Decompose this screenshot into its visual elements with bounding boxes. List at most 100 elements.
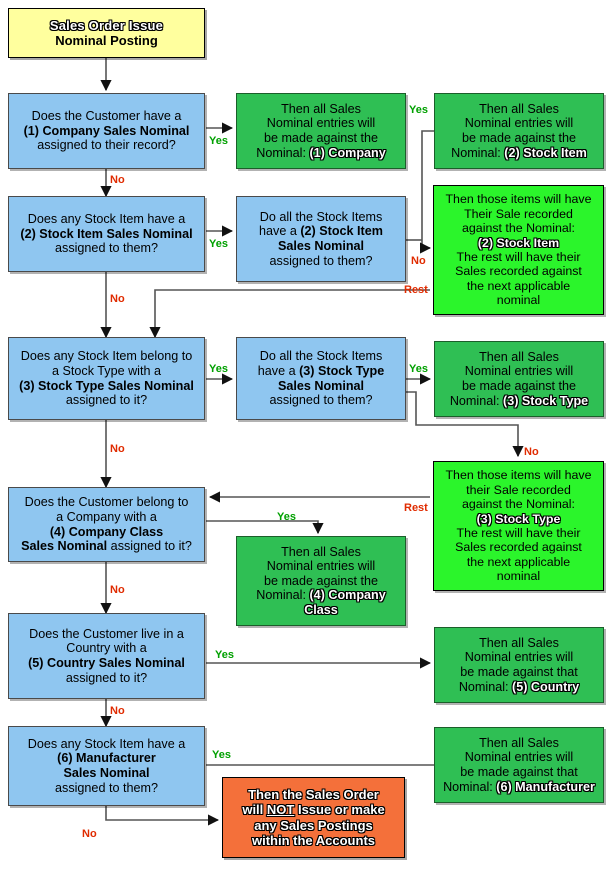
p-stocktype-line1: Then those items will have [445,468,592,483]
r-country-line2: Nominal entries will [464,650,574,665]
r-companyclass-line2: Nominal entries will [266,559,376,574]
p-stocktype-line2: their Sale recorded [466,482,571,497]
edge-label-yes-manufacturer: Yes [212,749,231,761]
r-stocktype-line3: be made against the [461,379,577,393]
question-country-nominal[interactable]: Does the Customer live in a Country with… [8,613,205,699]
nominal-tag-stock-item: (2) Stock Item [504,145,587,160]
edge-label-no-any-stocktype: No [110,443,125,455]
question-any-stock-type-nominal[interactable]: Does any Stock Item belong to a Stock Ty… [8,337,205,420]
nominal-tag-company-class: (4) Company [309,588,386,603]
p-stocktype-line7: the next applicable [466,554,571,569]
q-allstockitem-line2: have a (2) Stock Item [259,224,383,239]
q-anystocktype-line1: Does any Stock Item belong to [20,349,193,364]
edge-label-yes-companyclass: Yes [277,511,296,523]
flowchart-canvas: Sales Order Issue Nominal Posting Does t… [0,0,614,873]
q-allstockitem-line3: Sales Nominal [277,239,365,253]
edge-label-no-stocktype-all: No [524,446,539,458]
r-company-line4: Nominal: (1) Company [256,145,386,160]
r-stockitem-line2: Nominal entries will [464,116,574,131]
question-manufacturer-nominal[interactable]: Does any Stock Item have a (6) Manufactu… [8,726,205,806]
q-anystockitem-line2: (2) Stock Item Sales Nominal [20,226,193,241]
question-all-stock-items-nominal[interactable]: Do all the Stock Items have a (2) Stock … [236,196,406,282]
q-anystocktype-line4: assigned to it? [65,393,148,408]
q-companyclass-line3: (4) Company Class [49,524,164,539]
result-company-nominal: Then all Sales Nominal entries will be m… [236,93,406,169]
fail-line1: Then the Sales Order [248,787,379,803]
p-stockitem-line8: nominal [496,293,541,308]
p-stocktype-line5: The rest will have their [456,526,581,540]
r-companyclass-line3: be made against the [263,573,379,588]
q-allstocktype-line2: have a (3) Stock Type [257,363,385,378]
p-stockitem-line2: Their Sale recorded [464,206,573,221]
q-allstocktype-line4: assigned to them? [269,393,373,408]
r-stockitem-line3: be made against the [461,131,577,145]
q-allstocktype-line1: Do all the Stock Items [259,349,383,364]
q-anystockitem-line1: Does any Stock Item have a [27,212,186,227]
question-any-stock-item-nominal[interactable]: Does any Stock Item have a (2) Stock Ite… [8,196,205,272]
r-stocktype-line2: Nominal entries will [464,364,574,379]
q-allstockitem-line1: Do all the Stock Items [259,209,383,224]
edge-label-no-country: No [110,705,125,717]
q-country-line1: Does the Customer live in a [29,626,184,641]
r-manufacturer-line2: Nominal entries will [464,750,574,765]
p-stocktype-line6: Sales recorded against [455,540,582,555]
start-node: Sales Order Issue Nominal Posting [8,8,205,58]
r-stocktype-line1: Then all Sales [479,349,559,364]
r-stockitem-line4: Nominal: (2) Stock Item [451,145,587,160]
result-stock-type-nominal: Then all Sales Nominal entries will be m… [434,341,604,417]
edge-label-yes-stockitem-all: Yes [409,104,428,116]
q-country-line3: (5) Country Sales Nominal [28,656,185,670]
q-manufacturer-line3: Sales Nominal [63,766,150,780]
edge-label-rest-stockitem: Rest [404,284,428,296]
r-country-line4: Nominal: (5) Country [458,679,580,694]
edge-label-no-company: No [110,174,125,186]
q-allstocktype-line3: Sales Nominal [277,378,365,393]
fail-node-no-posting: Then the Sales Order will NOT Issue or m… [222,777,405,858]
r-manufacturer-line1: Then all Sales [479,735,559,750]
edge-label-yes-any-stockitem: Yes [209,238,228,250]
question-company-class-nominal[interactable]: Does the Customer belong to a Company wi… [8,487,205,562]
p-stockitem-line1: Then those items will have [445,192,592,207]
q-allstockitem-line4: assigned to them? [269,253,373,268]
nominal-tag-manufacturer: (6) Manufacturer [496,779,595,794]
q-companyclass-line1: Does the Customer belong to [24,495,189,510]
nominal-tag-country: (5) Country [512,679,580,694]
start-title-line1: Sales Order Issue [49,17,164,33]
r-manufacturer-line3: be made against that [460,765,578,779]
edge-label-yes-stocktype-all: Yes [409,363,428,375]
nominal-tag-stock-type: (3) Stock Type [503,393,589,408]
q-company-line1: Does the Customer have a [31,109,182,124]
question-all-stock-types-nominal[interactable]: Do all the Stock Items have a (3) Stock … [236,337,406,420]
q-anystockitem-line3: assigned to them? [55,241,158,256]
r-company-line2: Nominal entries will [266,116,376,131]
fail-line3: any Sales Postings [254,817,373,833]
r-company-line1: Then all Sales [281,101,361,116]
p-stockitem-line3: against the Nominal: [462,221,575,236]
q-company-line2: (1) Company Sales Nominal [23,123,190,138]
edge-label-no-any-stockitem: No [110,293,125,305]
edge-label-no-companyclass: No [110,584,125,596]
p-stockitem-line7: the next applicable [466,278,571,293]
q-companyclass-line2: a Company with a [56,509,157,524]
result-company-class-nominal: Then all Sales Nominal entries will be m… [236,536,406,626]
edge-label-yes-country: Yes [215,649,234,661]
result-stock-item-nominal: Then all Sales Nominal entries will be m… [434,93,604,169]
start-title-line2: Nominal Posting [55,33,158,48]
p-stocktype-line8: nominal [496,569,541,584]
q-manufacturer-line1: Does any Stock Item have a [27,736,186,751]
r-country-line3: be made against that [460,665,578,679]
r-companyclass-line4: Nominal: (4) Company [256,588,386,603]
edge-label-rest-stocktype: Rest [404,502,428,514]
edge-label-yes-company: Yes [209,135,228,147]
partial-stock-type-nominal: Then those items will have their Sale re… [433,461,604,591]
partial-stock-item-nominal: Then those items will have Their Sale re… [433,185,604,315]
r-country-line1: Then all Sales [479,635,559,650]
fail-not-emphasis: NOT [266,802,295,818]
p-stockitem-line6: Sales recorded against [455,264,582,279]
edge-label-yes-any-stocktype: Yes [209,363,228,375]
edge-label-no-stockitem-all: No [411,255,426,267]
q-manufacturer-line2: (6) Manufacturer [57,751,156,766]
question-company-sales-nominal[interactable]: Does the Customer have a (1) Company Sal… [8,93,205,169]
q-companyclass-line4: Sales Nominal assigned to it? [21,539,192,554]
r-stockitem-line1: Then all Sales [479,101,559,116]
